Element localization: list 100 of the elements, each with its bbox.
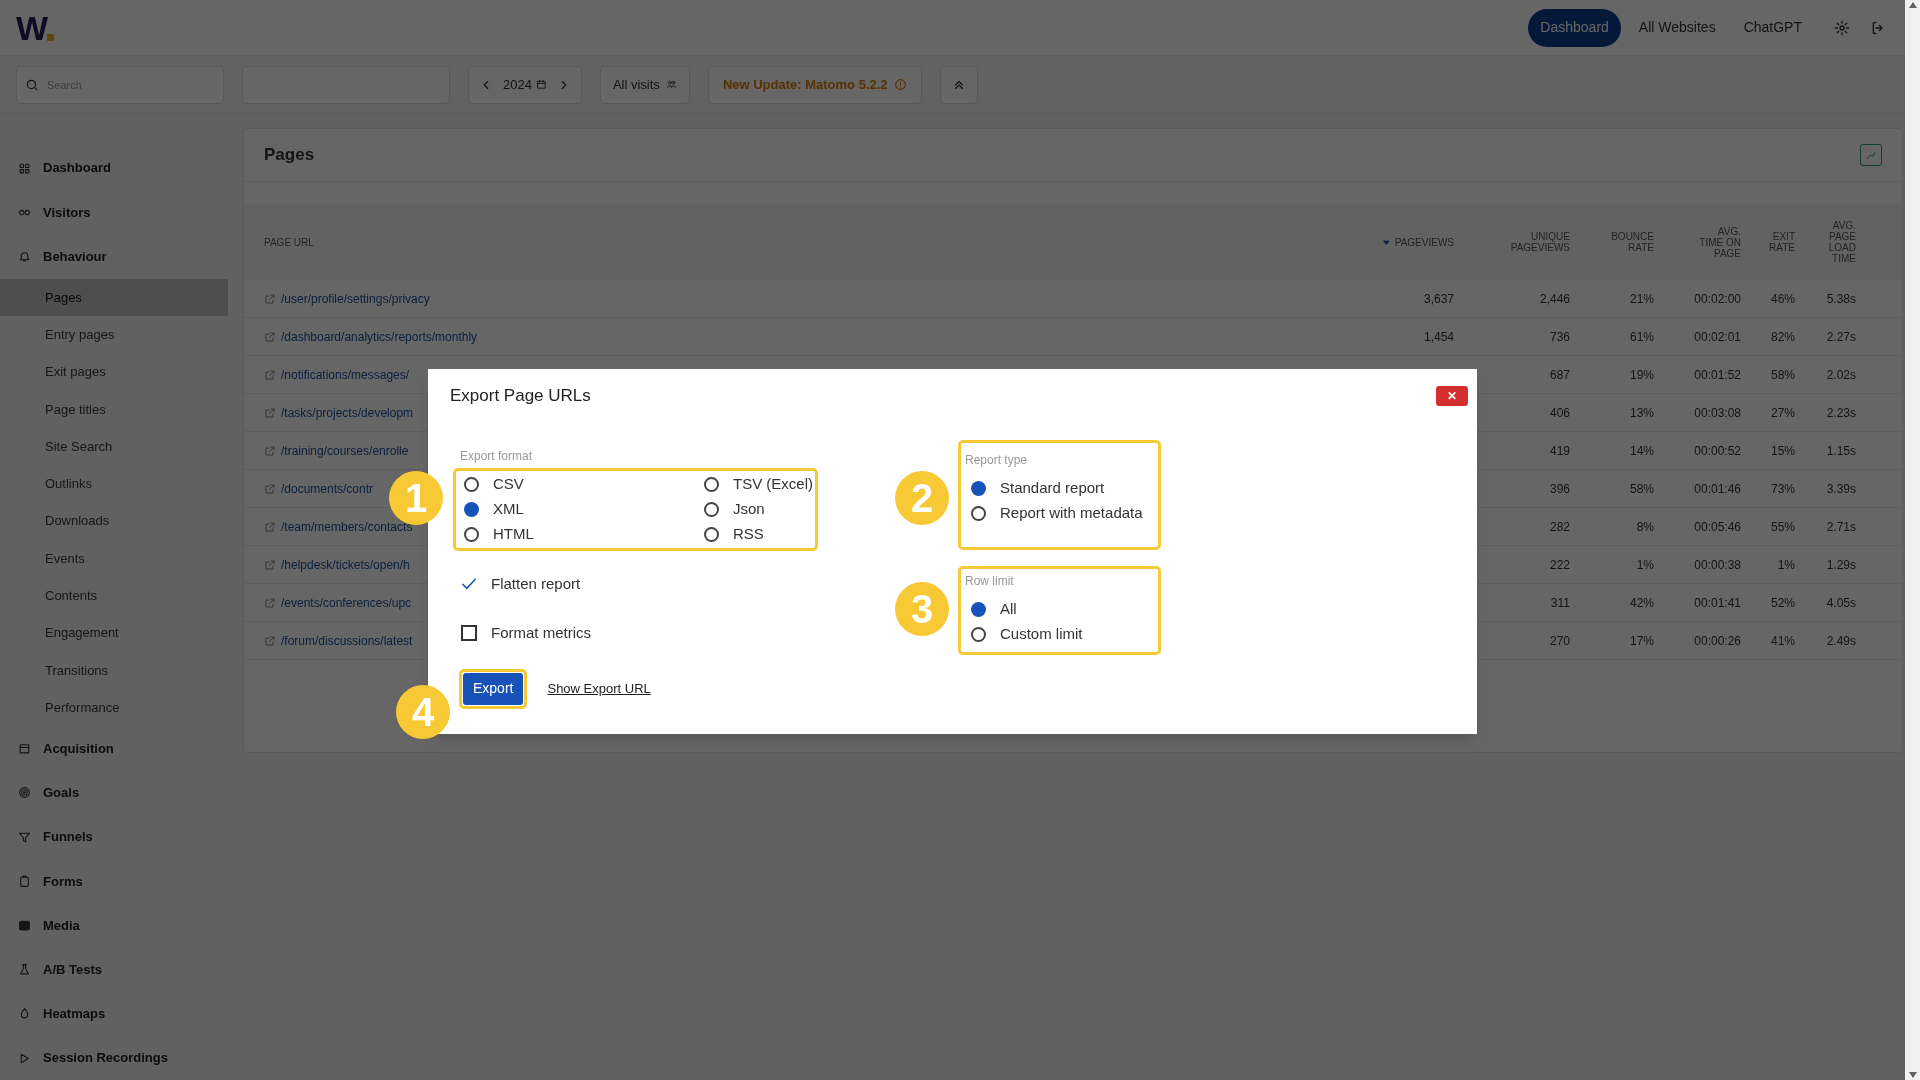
update-notice-button[interactable]: New Update: Matomo 5.2.2 [707, 65, 922, 104]
table-cell: 1.15s [1826, 443, 1856, 458]
sidebar-item[interactable]: Session Recordings [43, 1048, 168, 1068]
radio-button[interactable] [464, 501, 479, 517]
search-icon [25, 77, 39, 92]
sidebar-subitem[interactable]: Pages [0, 278, 228, 316]
radio-button[interactable] [464, 476, 479, 492]
chart-icon [1865, 149, 1877, 161]
page-url-link[interactable]: /training/courses/enrolle [281, 441, 409, 460]
table-cell: 82% [1770, 329, 1795, 344]
page-url-link[interactable]: /documents/contr [281, 479, 374, 498]
radio-button[interactable] [971, 481, 986, 496]
sidebar-item[interactable]: Dashboard [43, 158, 111, 178]
table-cell: 2.71s [1826, 519, 1856, 534]
section-label: Row limit [965, 572, 1015, 590]
option-label[interactable]: All [1000, 598, 1017, 621]
page-url-link[interactable]: /dashboard/analytics/reports/monthly [281, 327, 478, 346]
page-url-link[interactable]: /tasks/projects/developm [281, 403, 414, 422]
option-label[interactable]: RSS [733, 522, 764, 546]
table-cell: 1.29s [1826, 557, 1856, 572]
column-header[interactable]: AVG. TIME ON PAGE [1695, 225, 1741, 259]
table-cell: 2.49s [1826, 633, 1856, 648]
external-link-icon[interactable] [264, 596, 276, 609]
external-link-icon[interactable] [264, 482, 276, 495]
checkbox-label[interactable]: Format metrics [491, 622, 591, 645]
nav-link[interactable]: Dashboard [1528, 8, 1621, 47]
radio-button[interactable] [971, 506, 986, 521]
external-link-icon[interactable] [264, 368, 276, 381]
close-button[interactable]: ✕ [1436, 385, 1468, 406]
table-cell: 17% [1629, 633, 1654, 648]
option-label[interactable]: CSV [493, 472, 524, 496]
radio-button[interactable] [704, 501, 719, 517]
table-cell: 1% [1636, 557, 1654, 572]
table-cell: 00:00:38 [1694, 557, 1741, 572]
external-link-icon[interactable] [264, 406, 276, 419]
sidebar-item[interactable]: Acquisition [43, 738, 114, 759]
page-url-link[interactable]: /user/profile/settings/privacy [281, 289, 430, 308]
page-url-link[interactable]: /helpdesk/tickets/open/h [281, 555, 410, 574]
sidebar-item[interactable]: Goals [43, 783, 80, 803]
clipboard-icon [18, 874, 31, 888]
sidebar-item[interactable]: Forms [43, 871, 83, 891]
sidebar-item[interactable]: Funnels [43, 827, 93, 847]
table-cell: 61% [1629, 329, 1654, 344]
option-label[interactable]: Json [733, 497, 765, 521]
table-cell: 14% [1629, 443, 1654, 458]
table-cell: 222 [1549, 557, 1570, 572]
sidebar-item[interactable]: Behaviour [43, 246, 107, 267]
show-export-url-link[interactable]: Show Export URL [547, 678, 651, 699]
option-label[interactable]: XML [493, 497, 524, 521]
external-link-icon[interactable] [264, 444, 276, 457]
settings-icon[interactable] [1834, 19, 1850, 36]
scrollbar[interactable] [1905, 0, 1920, 1080]
sidebar-item[interactable]: Heatmaps [43, 1004, 106, 1024]
visualization-button[interactable] [1860, 144, 1882, 166]
external-link-icon[interactable] [264, 634, 276, 647]
segment-selector[interactable]: All visits [599, 65, 690, 104]
radio-button[interactable] [971, 602, 986, 617]
sidebar-item[interactable]: A/B Tests [43, 959, 102, 980]
external-link-icon[interactable] [264, 558, 276, 571]
column-header[interactable]: BOUNCE RATE [1610, 231, 1654, 253]
radio-button[interactable] [971, 627, 986, 642]
calendar-icon [535, 79, 547, 90]
page-url-link[interactable]: /forum/discussions/latest [281, 631, 413, 650]
table-cell: 46% [1770, 291, 1795, 306]
sidebar-item[interactable]: Media [43, 915, 80, 936]
section-label: Report type [965, 451, 1029, 469]
nav-link[interactable]: All Websites [1628, 8, 1726, 47]
sidebar-item[interactable]: Visitors [43, 202, 91, 223]
table-cell: 1% [1777, 557, 1795, 572]
external-link-icon[interactable] [264, 520, 276, 533]
collapse-button[interactable] [939, 65, 978, 104]
external-link-icon[interactable] [264, 330, 276, 343]
page-url-link[interactable]: /notifications/messages/ [281, 365, 410, 384]
option-label[interactable]: HTML [493, 522, 534, 546]
table-cell: 3,637 [1423, 291, 1454, 306]
table-cell: 396 [1549, 481, 1570, 496]
table-cell: 15% [1770, 443, 1795, 458]
table-cell: 73% [1770, 481, 1795, 496]
checkbox[interactable] [461, 625, 477, 642]
nav-link[interactable]: ChatGPT [1733, 8, 1812, 47]
column-header[interactable]: UNIQUE PAGEVIEWS [1506, 231, 1570, 253]
column-header[interactable]: AVG. PAGE LOAD TIME [1820, 220, 1856, 264]
export-button[interactable]: Export [463, 672, 524, 705]
option-label[interactable]: Standard report [1000, 477, 1105, 500]
table-cell: 00:05:46 [1694, 519, 1741, 534]
option-label[interactable]: Report with metadata [1000, 502, 1143, 525]
step-marker: 3 [895, 582, 949, 636]
column-header[interactable]: PAGE URL [264, 236, 314, 248]
option-label[interactable]: TSV (Excel) [733, 472, 813, 496]
page-url-link[interactable]: /events/conferences/upc [281, 593, 412, 612]
radio-button[interactable] [704, 526, 719, 542]
radio-button[interactable] [464, 526, 479, 542]
external-link-icon[interactable] [264, 292, 276, 305]
checkbox-label[interactable]: Flatten report [491, 572, 581, 595]
table-cell: 52% [1770, 595, 1795, 610]
logo[interactable]: W [16, 10, 55, 45]
radio-button[interactable] [704, 476, 719, 492]
option-label[interactable]: Custom limit [1000, 623, 1083, 646]
column-header[interactable]: EXIT RATE [1763, 231, 1795, 253]
column-header[interactable]: PAGEVIEWS [1394, 236, 1454, 248]
